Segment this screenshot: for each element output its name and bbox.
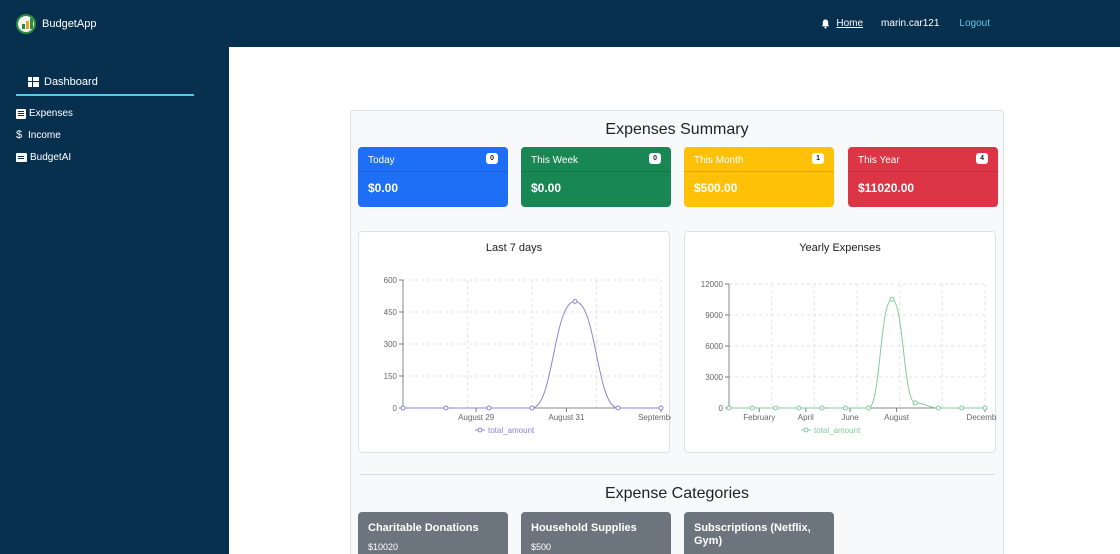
data-point — [842, 405, 848, 411]
line-chart-last-7-days: 0 150 300 450 600 August 29 August 31 September… — [384, 276, 671, 435]
dollar-icon: $ — [16, 129, 23, 141]
card-label: Today — [368, 155, 395, 166]
count-badge: 4 — [976, 153, 988, 164]
data-point — [749, 405, 755, 411]
x-tick-label: September 3 — [638, 413, 671, 422]
data-point — [935, 405, 941, 411]
sidebar-item-expenses[interactable]: Expenses — [16, 108, 73, 119]
y-tick-label: 0 — [719, 404, 724, 413]
card-divider — [848, 171, 998, 172]
legend-swatch-marker — [803, 427, 809, 433]
data-point — [529, 405, 535, 411]
y-tick-label: 300 — [384, 340, 398, 349]
brand-link[interactable]: BudgetApp — [16, 0, 96, 47]
y-tick-label: 450 — [384, 308, 398, 317]
sidebar-item-label: Income — [28, 129, 61, 141]
sidebar-item-budgetai[interactable]: BudgetAI — [16, 152, 71, 163]
y-tick-label: 150 — [384, 372, 398, 381]
legend-swatch-marker — [477, 427, 483, 433]
top-navbar: BudgetApp Home marin.car121 Logout — [0, 0, 1120, 47]
section-divider — [359, 474, 995, 475]
sidebar-item-dashboard[interactable]: Dashboard — [16, 69, 194, 96]
expenses-panel: Expenses Summary Today 0 $0.00 This Week… — [350, 110, 1004, 554]
summary-card-today[interactable]: Today 0 $0.00 — [358, 147, 508, 207]
x-tick-label: August 31 — [548, 413, 585, 422]
sidebar-item-label: Dashboard — [44, 75, 98, 88]
category-amount: $10020 — [368, 542, 399, 552]
x-tick-label: June — [841, 413, 859, 422]
list-icon — [16, 108, 26, 119]
data-point — [486, 405, 492, 411]
sidebar-item-label: BudgetAI — [30, 152, 72, 163]
brand-name: BudgetApp — [42, 17, 97, 30]
card-divider — [358, 171, 508, 172]
data-point — [658, 405, 664, 411]
x-tick-label: April — [798, 413, 814, 422]
count-badge: 0 — [486, 153, 498, 164]
category-card[interactable]: Household Supplies $500 — [521, 512, 671, 554]
category-amount: $500 — [531, 542, 552, 552]
data-point — [819, 405, 825, 411]
data-point — [866, 405, 872, 411]
data-point — [572, 298, 578, 304]
card-value: $0.00 — [531, 181, 562, 195]
category-name: Subscriptions (Netflix, Gym) — [694, 522, 811, 547]
chat-icon — [16, 153, 27, 162]
data-point — [959, 405, 965, 411]
chart-card-last-7-days: Last 7 days 0 150 300 450 600 August 29 August… — [358, 231, 671, 453]
navbar-right: Home marin.car121 Logout — [821, 0, 990, 47]
card-label: This Year — [858, 155, 900, 166]
y-tick-label: 0 — [393, 404, 398, 413]
y-tick-label: 9000 — [705, 311, 723, 320]
summary-title: Expenses Summary — [605, 121, 749, 138]
card-label: This Month — [694, 155, 744, 166]
data-point — [443, 405, 449, 411]
count-badge: 1 — [812, 153, 824, 164]
card-label: This Week — [531, 155, 579, 166]
dashboard-icon — [28, 76, 39, 87]
sidebar-item-income[interactable]: $ Income — [16, 129, 61, 141]
sidebar: Dashboard Expenses $ Income BudgetAI — [0, 47, 229, 554]
x-tick-label: August — [884, 413, 910, 422]
legend-label: total_amount — [814, 426, 861, 435]
card-value: $0.00 — [368, 181, 399, 195]
summary-card-month[interactable]: This Month 1 $500.00 — [684, 147, 834, 207]
data-point — [400, 405, 406, 411]
category-card[interactable]: Subscriptions (Netflix, Gym) — [684, 512, 834, 554]
category-name: Charitable Donations — [368, 522, 479, 534]
y-tick-label: 12000 — [701, 280, 724, 289]
data-point — [726, 405, 732, 411]
x-tick-label: August 29 — [458, 413, 495, 422]
line-chart-yearly: 0 3000 6000 9000 12000 February April June Augus… — [701, 280, 997, 435]
category-card[interactable]: Charitable Donations $10020 — [358, 512, 508, 554]
data-point — [796, 405, 802, 411]
nav-logout-link[interactable]: Logout — [959, 18, 990, 29]
y-tick-label: 600 — [384, 276, 398, 285]
count-badge: 0 — [649, 153, 661, 164]
summary-card-week[interactable]: This Week 0 $0.00 — [521, 147, 671, 207]
y-tick-label: 3000 — [705, 373, 723, 382]
y-tick-label: 6000 — [705, 342, 723, 351]
bell-icon[interactable] — [821, 19, 830, 29]
x-tick-label: December — [967, 413, 997, 422]
data-point — [982, 405, 988, 411]
sidebar-item-label: Expenses — [29, 108, 73, 119]
nav-home-link[interactable]: Home — [836, 18, 863, 29]
data-point — [912, 400, 918, 406]
data-point — [889, 296, 895, 302]
category-name: Household Supplies — [531, 522, 637, 534]
data-point — [773, 405, 779, 411]
summary-card-year[interactable]: This Year 4 $11020.00 — [848, 147, 998, 207]
card-divider — [684, 171, 834, 172]
categories-title: Expense Categories — [604, 485, 750, 502]
card-value: $500.00 — [694, 181, 738, 195]
brand-logo-icon — [16, 13, 36, 34]
x-tick-label: February — [743, 413, 775, 422]
chart-card-yearly: Yearly Expenses 0 3000 6000 9000 12000 Februa… — [684, 231, 997, 453]
nav-username[interactable]: marin.car121 — [881, 18, 939, 29]
card-divider — [521, 171, 671, 172]
card-value: $11020.00 — [858, 181, 915, 195]
data-point — [615, 405, 621, 411]
legend-label: total_amount — [488, 426, 535, 435]
